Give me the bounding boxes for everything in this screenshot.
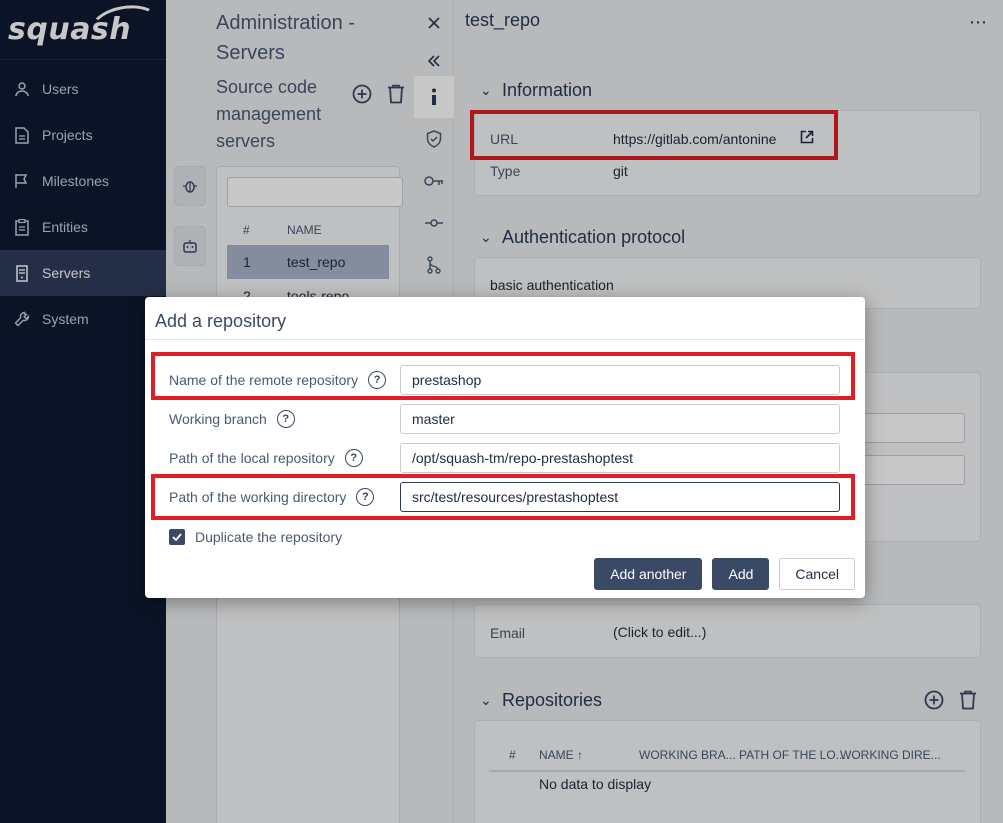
duplicate-repository-checkbox-row[interactable]: Duplicate the repository	[169, 529, 342, 545]
field-label: Path of the local repository ?	[169, 449, 400, 467]
help-icon[interactable]: ?	[344, 449, 363, 467]
duplicate-repository-label: Duplicate the repository	[195, 529, 343, 545]
dialog-buttons: Add another Add Cancel	[594, 558, 855, 590]
local-repository-input[interactable]	[400, 443, 840, 473]
working-branch-input[interactable]	[400, 404, 840, 434]
add-another-button[interactable]: Add another	[594, 558, 703, 590]
remote-repository-highlight-box	[151, 352, 855, 400]
local-repository-row: Path of the local repository ?	[169, 443, 845, 473]
field-label-text: Path of the local repository	[169, 450, 335, 466]
add-button[interactable]: Add	[712, 558, 770, 590]
working-directory-highlight-box	[151, 474, 855, 520]
help-icon[interactable]: ?	[276, 410, 295, 428]
duplicate-repository-checkbox[interactable]	[169, 529, 185, 545]
check-icon	[172, 533, 182, 541]
field-label-text: Working branch	[169, 411, 267, 427]
field-label: Working branch ?	[169, 410, 400, 428]
add-repository-dialog: Add a repository Name of the remote repo…	[145, 297, 865, 598]
working-branch-row: Working branch ?	[169, 404, 845, 434]
dialog-title: Add a repository	[155, 311, 287, 331]
cancel-button[interactable]: Cancel	[779, 558, 855, 590]
dialog-divider	[145, 339, 865, 340]
